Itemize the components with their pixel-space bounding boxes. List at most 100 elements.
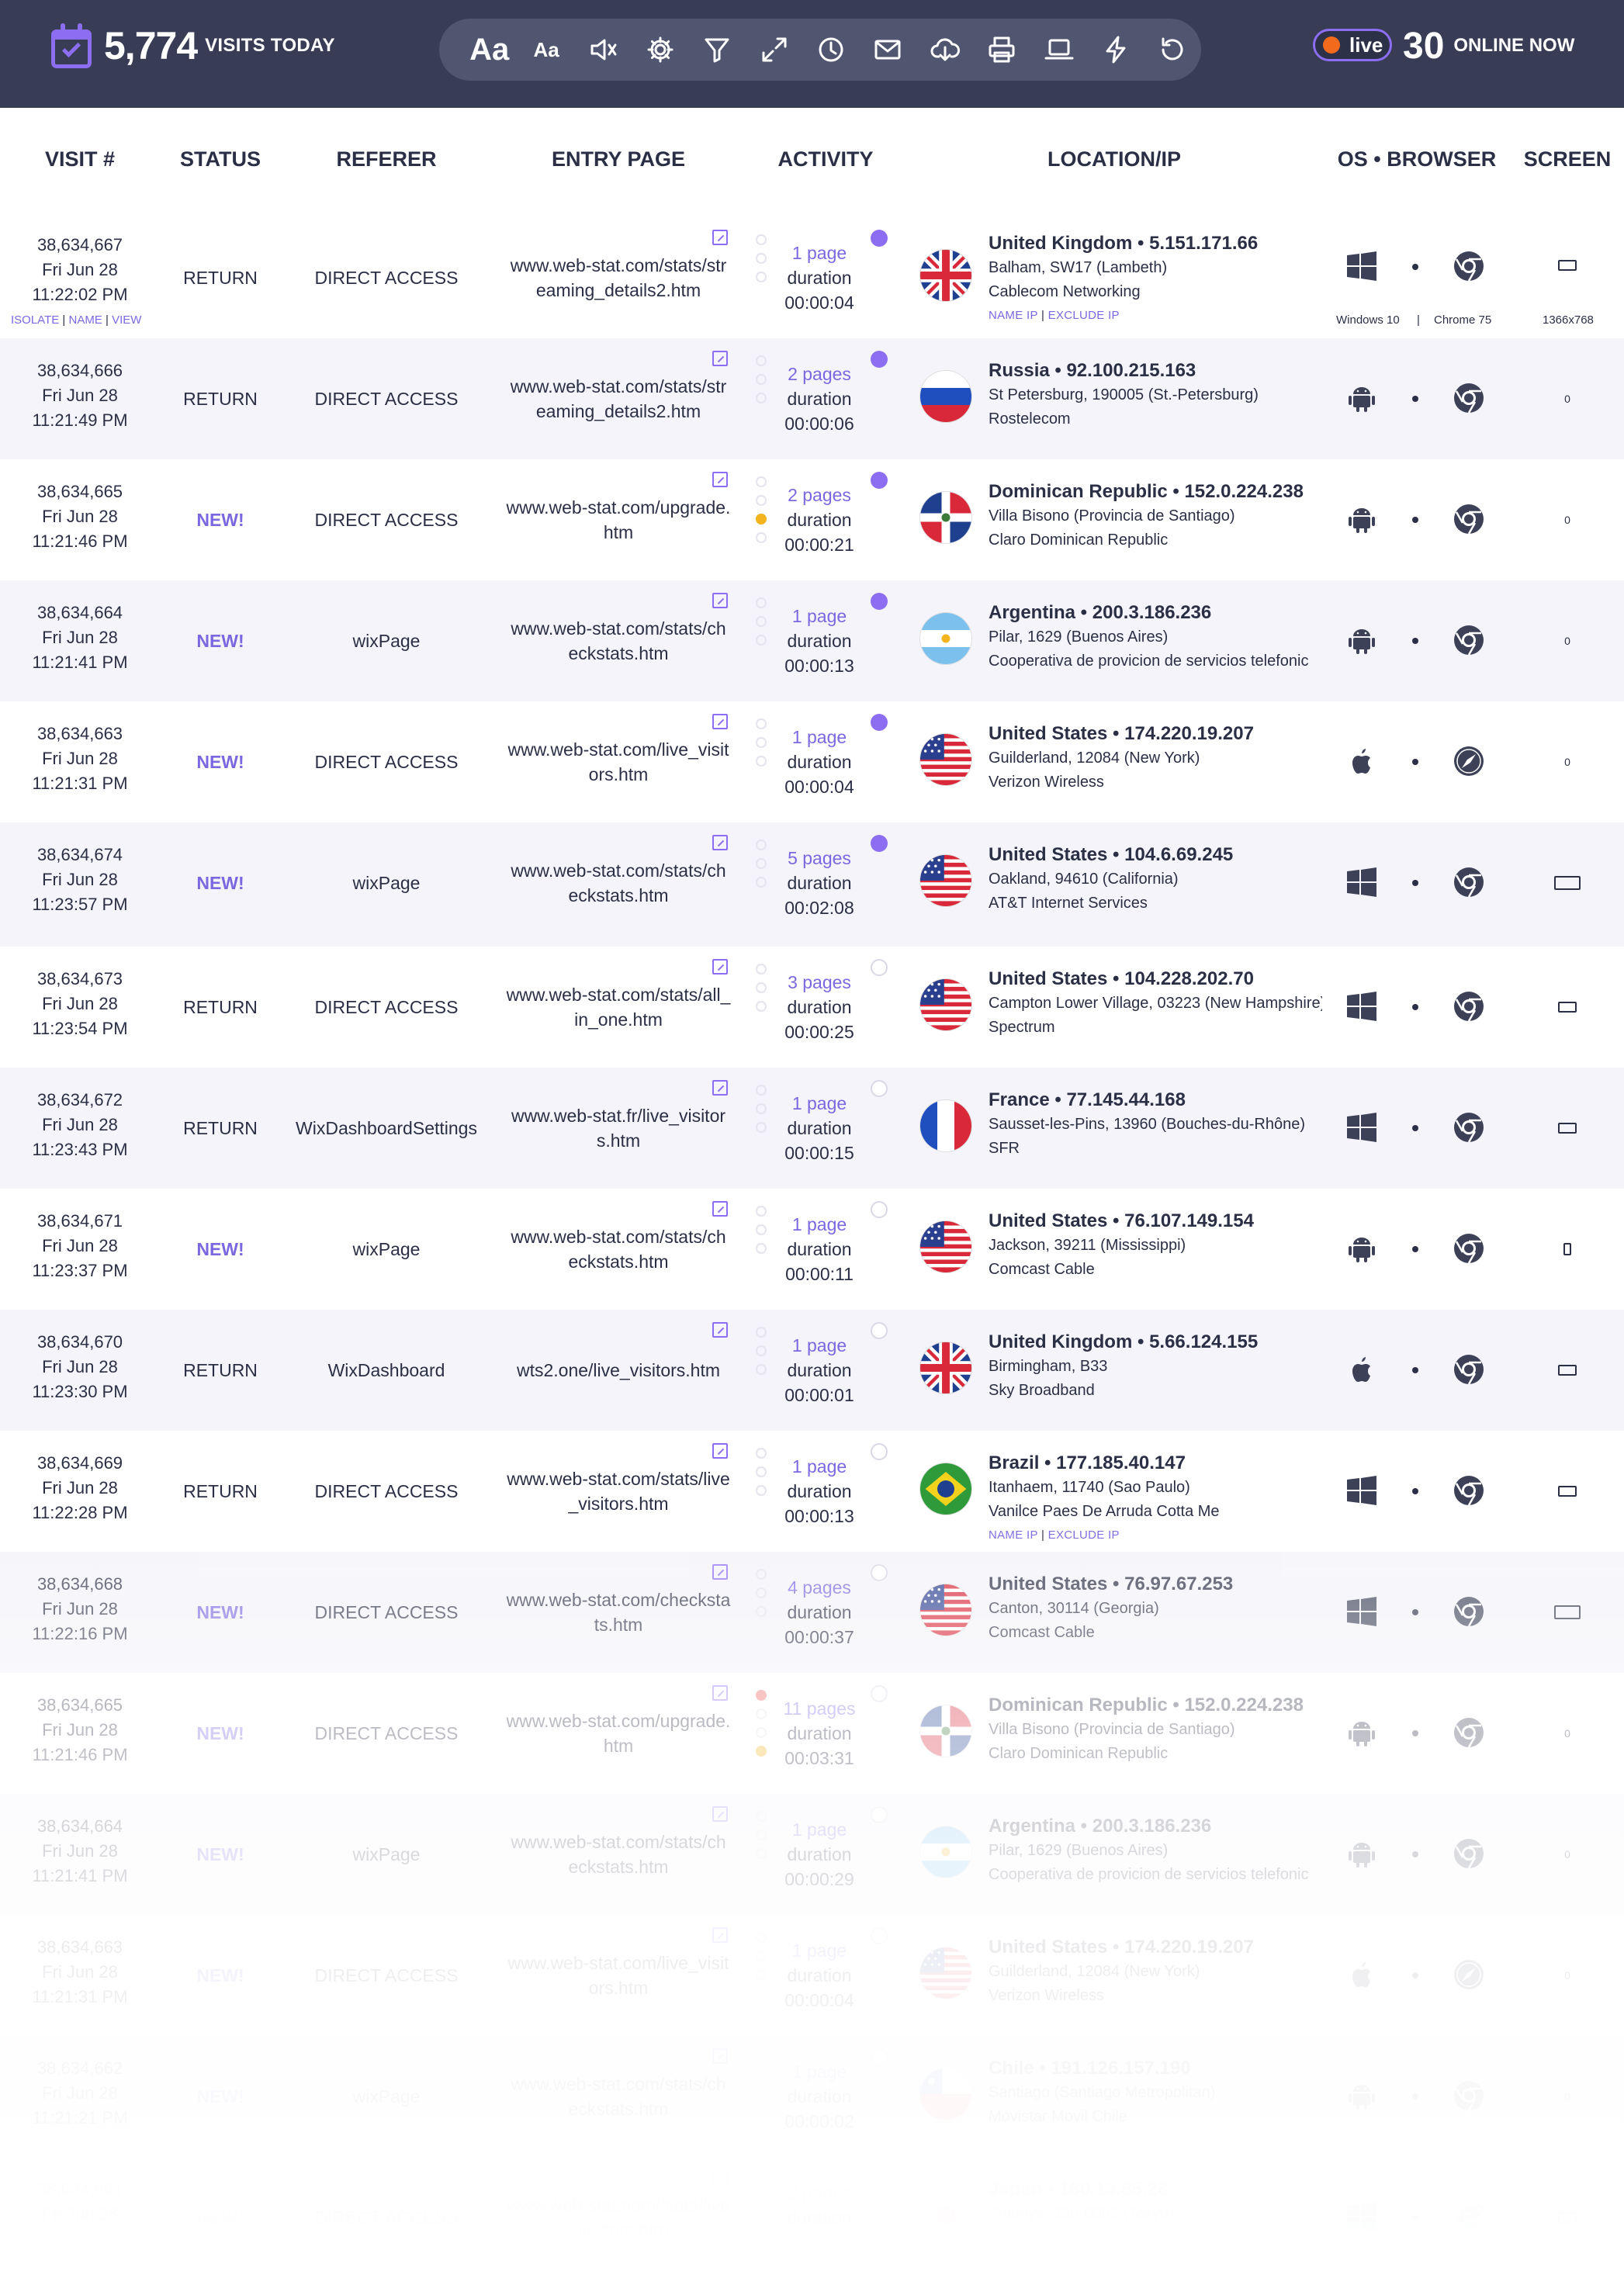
ip-address[interactable]: 5.151.171.66 <box>1149 233 1258 254</box>
ip-address[interactable]: 77.145.44.168 <box>1066 1089 1185 1110</box>
table-row[interactable]: 38,634,669 Fri Jun 28 11:22:28 PM RETURN… <box>0 1431 1624 1552</box>
table-row[interactable]: 38,634,661 Fri Jun 28 NEW! DIRECT ACCESS… <box>0 2157 1624 2278</box>
activity-summary[interactable]: 4 pages duration 00:00:37 <box>771 1575 867 1650</box>
table-row[interactable]: 38,634,672 Fri Jun 28 11:23:43 PM RETURN… <box>0 1068 1624 1189</box>
visit-cell[interactable]: 38,634,665 Fri Jun 28 11:21:46 PM <box>0 1693 160 1767</box>
external-link-icon[interactable] <box>712 1201 728 1217</box>
exclude-ip-link[interactable]: EXCLUDE IP <box>1048 309 1120 322</box>
visit-cell[interactable]: 38,634,666 Fri Jun 28 11:21:49 PM <box>0 358 160 433</box>
visit-cell[interactable]: 38,634,665 Fri Jun 28 11:21:46 PM <box>0 479 160 554</box>
table-row[interactable]: 38,634,663 Fri Jun 28 11:21:31 PM NEW! D… <box>0 1915 1624 2036</box>
ip-address[interactable]: 174.220.19.207 <box>1124 1937 1254 1958</box>
activity-summary[interactable]: 1 page duration 00:00:11 <box>771 1212 867 1286</box>
visit-cell[interactable]: 38,634,662 Fri Jun 28 11:21:21 PM <box>0 2056 160 2131</box>
ip-address[interactable]: 104.6.69.245 <box>1124 844 1233 865</box>
cloud-download-icon[interactable] <box>916 26 973 73</box>
column-header-location[interactable]: LOCATION/IP <box>920 147 1308 171</box>
table-row[interactable]: 38,634,664 Fri Jun 28 11:21:41 PM NEW! w… <box>0 580 1624 701</box>
table-row[interactable]: 38,634,667 Fri Jun 28 11:22:02 PM RETURN… <box>0 217 1624 338</box>
ip-address[interactable]: 191.126.157.190 <box>1051 2058 1190 2079</box>
visit-cell[interactable]: 38,634,672 Fri Jun 28 11:23:43 PM <box>0 1088 160 1162</box>
external-link-icon[interactable] <box>712 2169 728 2185</box>
table-row[interactable]: 38,634,666 Fri Jun 28 11:21:49 PM RETURN… <box>0 338 1624 459</box>
external-link-icon[interactable] <box>712 472 728 487</box>
ip-address[interactable]: 5.66.124.155 <box>1149 1331 1258 1352</box>
table-row[interactable]: 38,634,674 Fri Jun 28 11:23:57 PM NEW! w… <box>0 822 1624 947</box>
activity-summary[interactable]: 1 page duration 00:00:04 <box>771 725 867 799</box>
external-link-icon[interactable] <box>712 351 728 366</box>
external-link-icon[interactable] <box>712 959 728 975</box>
column-header-entry-page[interactable]: ENTRY PAGE <box>492 147 745 171</box>
mail-icon[interactable] <box>860 26 916 73</box>
ip-address[interactable]: 177.185.40.147 <box>1056 1452 1186 1473</box>
activity-summary[interactable]: 1 page duration 00:00:15 <box>771 1091 867 1165</box>
expand-icon[interactable] <box>746 26 802 73</box>
font-larger-button[interactable]: Aa <box>461 26 518 73</box>
visit-cell[interactable]: 38,634,673 Fri Jun 28 11:23:54 PM <box>0 967 160 1041</box>
column-header-visit[interactable]: VISIT # <box>0 147 160 171</box>
external-link-icon[interactable] <box>712 1685 728 1701</box>
activity-summary[interactable]: 1 page duration 00:00:02 <box>771 2059 867 2134</box>
external-link-icon[interactable] <box>712 1080 728 1096</box>
name-ip-link[interactable]: NAME IP <box>989 1528 1038 1542</box>
table-row[interactable]: 38,634,668 Fri Jun 28 11:22:16 PM NEW! D… <box>0 1552 1624 1673</box>
view-link[interactable]: VIEW <box>112 313 141 327</box>
table-row[interactable]: 38,634,673 Fri Jun 28 11:23:54 PM RETURN… <box>0 947 1624 1068</box>
external-link-icon[interactable] <box>712 593 728 608</box>
table-row[interactable]: 38,634,670 Fri Jun 28 11:23:30 PM RETURN… <box>0 1310 1624 1431</box>
visit-cell[interactable]: 38,634,661 Fri Jun 28 <box>0 2177 160 2227</box>
visit-cell[interactable]: 38,634,667 Fri Jun 28 11:22:02 PM <box>0 233 160 307</box>
column-header-screen[interactable]: SCREEN <box>1521 147 1614 171</box>
ip-address[interactable]: 76.97.67.253 <box>1124 1573 1233 1594</box>
table-row[interactable]: 38,634,664 Fri Jun 28 11:21:41 PM NEW! w… <box>0 1794 1624 1915</box>
visit-cell[interactable]: 38,634,671 Fri Jun 28 11:23:37 PM <box>0 1209 160 1283</box>
live-toggle[interactable]: live <box>1313 29 1392 61</box>
activity-summary[interactable]: 2 pages duration 00:00:21 <box>771 483 867 557</box>
visit-cell[interactable]: 38,634,670 Fri Jun 28 11:23:30 PM <box>0 1330 160 1404</box>
table-row[interactable]: 38,634,662 Fri Jun 28 11:21:21 PM NEW! w… <box>0 2036 1624 2157</box>
visit-cell[interactable]: 38,634,663 Fri Jun 28 11:21:31 PM <box>0 1935 160 2010</box>
visit-cell[interactable]: 38,634,664 Fri Jun 28 11:21:41 PM <box>0 1814 160 1889</box>
column-header-activity[interactable]: ACTIVITY <box>748 147 903 171</box>
settings-icon[interactable] <box>632 26 688 73</box>
ip-address[interactable]: 76.107.149.154 <box>1124 1210 1254 1231</box>
ip-address[interactable]: 152.0.224.238 <box>1184 481 1303 502</box>
activity-summary[interactable]: 11 pages duration 00:03:31 <box>771 1696 867 1771</box>
filter-icon[interactable] <box>689 26 746 73</box>
external-link-icon[interactable] <box>712 835 728 850</box>
activity-summary[interactable]: 1 page duration 00:00:04 <box>771 241 867 315</box>
ip-address[interactable]: 200.3.186.236 <box>1092 602 1211 623</box>
activity-summary[interactable]: 1 page duration 00:00:13 <box>771 604 867 678</box>
activity-summary[interactable]: 3 pages duration 00:00:25 <box>771 970 867 1044</box>
activity-summary[interactable]: 1 page duration 00:00:29 <box>771 1817 867 1892</box>
font-smaller-button[interactable]: Aa <box>518 26 574 73</box>
external-link-icon[interactable] <box>712 1927 728 1943</box>
column-header-referer[interactable]: REFERER <box>281 147 492 171</box>
print-icon[interactable] <box>974 26 1030 73</box>
sound-off-icon[interactable] <box>575 26 632 73</box>
ip-address[interactable]: 160.13.85.28 <box>1059 2179 1168 2200</box>
external-link-icon[interactable] <box>712 714 728 729</box>
activity-summary[interactable]: 1 page duration 00:00:04 <box>771 1938 867 2013</box>
refresh-icon[interactable] <box>1144 26 1201 73</box>
laptop-icon[interactable] <box>1030 26 1087 73</box>
activity-summary[interactable]: 2 pages duration 00:00:06 <box>771 362 867 436</box>
ip-address[interactable]: 200.3.186.236 <box>1092 1816 1211 1837</box>
ip-address[interactable]: 104.228.202.70 <box>1124 968 1254 989</box>
external-link-icon[interactable] <box>712 1322 728 1338</box>
visit-cell[interactable]: 38,634,663 Fri Jun 28 11:21:31 PM <box>0 722 160 796</box>
ip-address[interactable]: 92.100.215.163 <box>1066 360 1196 381</box>
exclude-ip-link[interactable]: EXCLUDE IP <box>1048 1528 1120 1542</box>
clock-icon[interactable] <box>802 26 859 73</box>
column-header-os-browser[interactable]: OS • BROWSER <box>1331 147 1502 171</box>
visit-cell[interactable]: 38,634,674 Fri Jun 28 11:23:57 PM <box>0 843 160 917</box>
external-link-icon[interactable] <box>712 1806 728 1822</box>
external-link-icon[interactable] <box>712 230 728 245</box>
visit-cell[interactable]: 38,634,668 Fri Jun 28 11:22:16 PM <box>0 1572 160 1646</box>
table-row[interactable]: 38,634,665 Fri Jun 28 11:21:46 PM NEW! D… <box>0 1673 1624 1794</box>
external-link-icon[interactable] <box>712 1564 728 1580</box>
activity-summary[interactable]: 5 pages duration 00:02:08 <box>771 846 867 920</box>
column-header-status[interactable]: STATUS <box>160 147 281 171</box>
activity-summary[interactable]: 2 pages duration <box>771 2180 867 2230</box>
activity-summary[interactable]: 1 page duration 00:00:01 <box>771 1333 867 1407</box>
